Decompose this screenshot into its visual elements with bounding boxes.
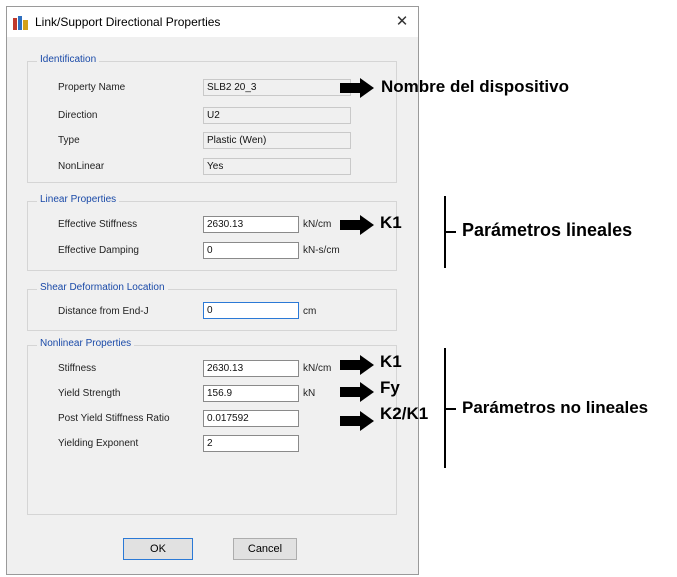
direction-label: Direction bbox=[58, 110, 98, 121]
stiffness-unit: kN/cm bbox=[303, 363, 332, 374]
close-icon[interactable]: ✕ bbox=[390, 11, 414, 33]
property-name-label: Property Name bbox=[58, 82, 126, 93]
annotation-nonlinear-params: Parámetros no lineales bbox=[462, 398, 649, 417]
nonlinear-properties-label: Nonlinear Properties bbox=[37, 338, 135, 349]
shear-deformation-label: Shear Deformation Location bbox=[37, 282, 168, 293]
cancel-button[interactable]: Cancel bbox=[233, 538, 297, 560]
dialog-title: Link/Support Directional Properties bbox=[35, 15, 221, 29]
post-yield-ratio-label: Post Yield Stiffness Ratio bbox=[58, 413, 170, 424]
type-field: Plastic (Wen) bbox=[203, 132, 351, 149]
annotation-fy: Fy bbox=[380, 378, 400, 397]
annotation-k2k1: K2/K1 bbox=[380, 404, 429, 423]
arrow-right-icon bbox=[340, 382, 374, 402]
nonlinear-field: Yes bbox=[203, 158, 351, 175]
direction-field: U2 bbox=[203, 107, 351, 124]
arrow-right-icon bbox=[340, 215, 374, 235]
arrow-right-icon bbox=[340, 78, 374, 98]
distance-end-j-unit: cm bbox=[303, 306, 317, 317]
yielding-exponent-input[interactable]: 2 bbox=[203, 435, 299, 452]
effective-damping-label: Effective Damping bbox=[58, 245, 139, 256]
effective-stiffness-unit: kN/cm bbox=[303, 219, 332, 230]
arrow-right-icon bbox=[340, 355, 374, 375]
linear-bracket-tick bbox=[444, 231, 456, 233]
annotation-device-name: Nombre del dispositivo bbox=[381, 77, 569, 96]
app-icon bbox=[13, 16, 28, 30]
ok-button[interactable]: OK bbox=[123, 538, 193, 560]
nonlinear-label: NonLinear bbox=[58, 161, 105, 172]
effective-stiffness-input[interactable]: 2630.13 bbox=[203, 216, 299, 233]
identification-group-label: Identification bbox=[37, 54, 100, 65]
yield-strength-unit: kN bbox=[303, 388, 316, 399]
title-bar: Link/Support Directional Properties ✕ bbox=[7, 7, 418, 37]
effective-damping-input[interactable]: 0 bbox=[203, 242, 299, 259]
property-name-field: SLB2 20_3 bbox=[203, 79, 351, 96]
annotation-k1-nonlinear: K1 bbox=[380, 352, 402, 371]
distance-end-j-label: Distance from End-J bbox=[58, 306, 149, 317]
arrow-right-icon bbox=[340, 411, 374, 431]
stiffness-input[interactable]: 2630.13 bbox=[203, 360, 299, 377]
yield-strength-input[interactable]: 156.9 bbox=[203, 385, 299, 402]
annotation-linear-params: Parámetros lineales bbox=[462, 220, 633, 240]
distance-end-j-input[interactable]: 0 bbox=[203, 302, 299, 319]
post-yield-ratio-input[interactable]: 0.017592 bbox=[203, 410, 299, 427]
yield-strength-label: Yield Strength bbox=[58, 388, 121, 399]
linear-properties-label: Linear Properties bbox=[37, 194, 120, 205]
effective-stiffness-label: Effective Stiffness bbox=[58, 219, 138, 230]
linear-properties-group bbox=[27, 201, 397, 271]
type-label: Type bbox=[58, 135, 80, 146]
annotation-k1-linear: K1 bbox=[380, 213, 402, 232]
yielding-exponent-label: Yielding Exponent bbox=[58, 438, 139, 449]
nonlinear-bracket-tick bbox=[444, 408, 456, 410]
stiffness-label: Stiffness bbox=[58, 363, 97, 374]
effective-damping-unit: kN-s/cm bbox=[303, 245, 340, 256]
